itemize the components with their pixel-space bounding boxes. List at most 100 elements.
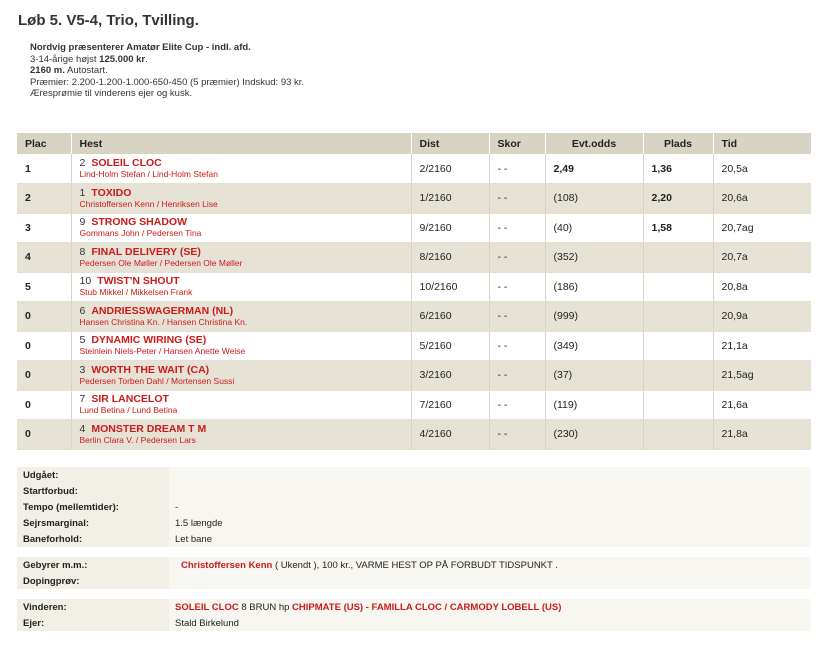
race-age-line: 3-14-årige højst 125.000 kr. [30,53,148,65]
cell-plads [643,272,714,302]
cell-odds: 2,49 [545,154,644,184]
start-number: 6 [79,304,86,317]
detail-row-baneforhold: Baneforhold: Let bane [17,531,811,547]
cell-tid: 20,7ag [713,213,811,243]
winner-pedigree-link[interactable]: CHIPMATE (US) - FAMILLA CLOC / CARMODY L… [292,602,561,613]
winner-horse-link[interactable]: SOLEIL CLOC [175,602,239,613]
table-row: 0 7 SIR LANCELOT Lund Betina / Lund Betina 7… [17,390,811,420]
cell-skor: - - [489,242,546,273]
cell-dist: 3/2160 [411,360,490,391]
cell-plads [643,390,714,420]
cell-dist: 6/2160 [411,301,490,332]
cell-hest: 4 MONSTER DREAM T M Berlin Clara V. / Pede… [71,419,412,450]
driver-trainer-link[interactable]: Gommans John / Pedersen Tina [80,228,403,239]
start-number: 4 [79,422,86,435]
cell-plads [643,301,714,332]
cell-dist: 7/2160 [411,390,490,420]
horse-name-link[interactable]: TOXIDO [91,187,131,199]
cell-skor: - - [489,154,546,184]
cell-odds: (999) [545,301,644,332]
table-row: 5 10 TWIST'N SHOUT Stub Mikkel / Mikkelsen … [17,272,811,302]
horse-name-link[interactable]: STRONG SHADOW [91,216,187,228]
cell-skor: - - [489,272,546,302]
cell-odds: (349) [545,331,644,361]
cell-skor: - - [489,301,546,332]
race-details: Udgået: Startforbud: Tempo (mellemtider)… [17,467,811,631]
detail-row-doping: Dopingprøv: [17,573,811,589]
col-odds: Evt.odds [545,133,644,154]
cell-dist: 5/2160 [411,331,490,361]
start-number: 9 [79,216,86,229]
horse-name-link[interactable]: ANDRIESSWAGERMAN (NL) [91,305,233,317]
cell-tid: 21,8a [713,419,811,450]
cell-plac: 5 [17,272,72,302]
cell-plac: 0 [17,331,72,361]
cell-plac: 0 [17,360,72,391]
cell-skor: - - [489,419,546,450]
cell-tid: 21,5ag [713,360,811,391]
horse-name-link[interactable]: SOLEIL CLOC [91,157,161,169]
table-row: 0 6 ANDRIESSWAGERMAN (NL) Hansen Christina … [17,301,811,332]
table-row: 0 4 MONSTER DREAM T M Berlin Clara V. / Ped… [17,419,811,450]
horse-name-line: 6 ANDRIESSWAGERMAN (NL) [80,305,403,317]
driver-trainer-link[interactable]: Lind-Holm Stefan / Lind-Holm Stefan [80,169,403,180]
horse-name-link[interactable]: SIR LANCELOT [91,393,169,405]
start-number: 5 [79,334,86,347]
start-number: 10 [79,275,92,288]
gebyrer-driver-link[interactable]: Christoffersen Kenn [181,560,272,571]
table-row: 3 9 STRONG SHADOW Gommans John / Pedersen T… [17,213,811,243]
detail-row-udgaaet: Udgået: [17,467,811,483]
cell-odds: (186) [545,272,644,302]
horse-name-line: 9 STRONG SHADOW [80,216,403,228]
race-info: Nordvig præsenterer Amatør Elite Cup - i… [30,42,304,100]
table-row: 2 1 TOXIDO Christoffersen Kenn / Henriksen … [17,183,811,214]
cell-skor: - - [489,183,546,214]
driver-trainer-link[interactable]: Lund Betina / Lund Betina [80,405,403,416]
cell-tid: 20,8a [713,272,811,302]
detail-row-ejer: Ejer: Stald Birkelund [17,615,811,631]
driver-trainer-link[interactable]: Christoffersen Kenn / Henriksen Lise [80,199,403,210]
cell-hest: 5 DYNAMIC WIRING (SE) Steinlein Niels-Pete… [71,331,412,361]
horse-name-line: 8 FINAL DELIVERY (SE) [80,246,403,258]
driver-trainer-link[interactable]: Stub Mikkel / Mikkelsen Frank [80,287,403,298]
cell-hest: 1 TOXIDO Christoffersen Kenn / Henriksen L… [71,183,412,214]
race-distance-line: 2160 m. Autostart. [30,65,108,76]
horse-name-link[interactable]: TWIST'N SHOUT [97,275,179,287]
detail-row-startforbud: Startforbud: [17,483,811,499]
driver-trainer-link[interactable]: Steinlein Niels-Peter / Hansen Anette We… [80,346,403,357]
driver-trainer-link[interactable]: Berlin Clara V. / Pedersen Lars [80,435,403,446]
horse-name-link[interactable]: FINAL DELIVERY (SE) [91,246,201,258]
cell-hest: 8 FINAL DELIVERY (SE) Pedersen Ole Møller … [71,242,412,273]
cell-tid: 21,6a [713,390,811,420]
cell-odds: (230) [545,419,644,450]
horse-name-line: 3 WORTH THE WAIT (CA) [80,364,403,376]
start-number: 2 [79,157,86,169]
cell-hest: 7 SIR LANCELOT Lund Betina / Lund Betina [71,390,412,420]
race-sponsor-line: Nordvig præsenterer Amatør Elite Cup - i… [30,42,251,53]
table-row: 0 3 WORTH THE WAIT (CA) Pedersen Torben Dah… [17,360,811,391]
cell-plads: 2,20 [643,183,714,214]
horse-name-link[interactable]: DYNAMIC WIRING (SE) [91,334,206,346]
driver-trainer-link[interactable]: Pedersen Ole Møller / Pedersen Ole Mølle… [80,258,403,269]
detail-row-sejrsmargin: Sejrsmarginal: 1.5 længde [17,515,811,531]
driver-trainer-link[interactable]: Hansen Christina Kn. / Hansen Christina … [80,317,403,328]
horse-name-line: 2 SOLEIL CLOC [80,157,403,169]
detail-row-gebyrer: Gebyrer m.m.: Christoffersen Kenn ( Ukend… [17,557,811,573]
cell-skor: - - [489,213,546,243]
col-plads: Plads [643,133,714,154]
horse-name-line: 5 DYNAMIC WIRING (SE) [80,334,403,346]
cell-dist: 8/2160 [411,242,490,273]
driver-trainer-link[interactable]: Pedersen Torben Dahl / Mortensen Sussi [80,376,403,387]
cell-plads [643,242,714,273]
col-plac: Plac [17,133,72,154]
horse-name-link[interactable]: WORTH THE WAIT (CA) [91,364,209,376]
cell-odds: (40) [545,213,644,243]
detail-row-vinderen: Vinderen: SOLEIL CLOC 8 BRUN hp CHIPMATE … [17,599,811,615]
horse-name-line: 10 TWIST'N SHOUT [80,275,403,287]
horse-name-link[interactable]: MONSTER DREAM T M [91,423,206,435]
cell-dist: 4/2160 [411,419,490,450]
cell-tid: 21,1a [713,331,811,361]
cell-plac: 0 [17,419,72,450]
cell-plads: 1,58 [643,213,714,243]
cell-dist: 10/2160 [411,272,490,302]
